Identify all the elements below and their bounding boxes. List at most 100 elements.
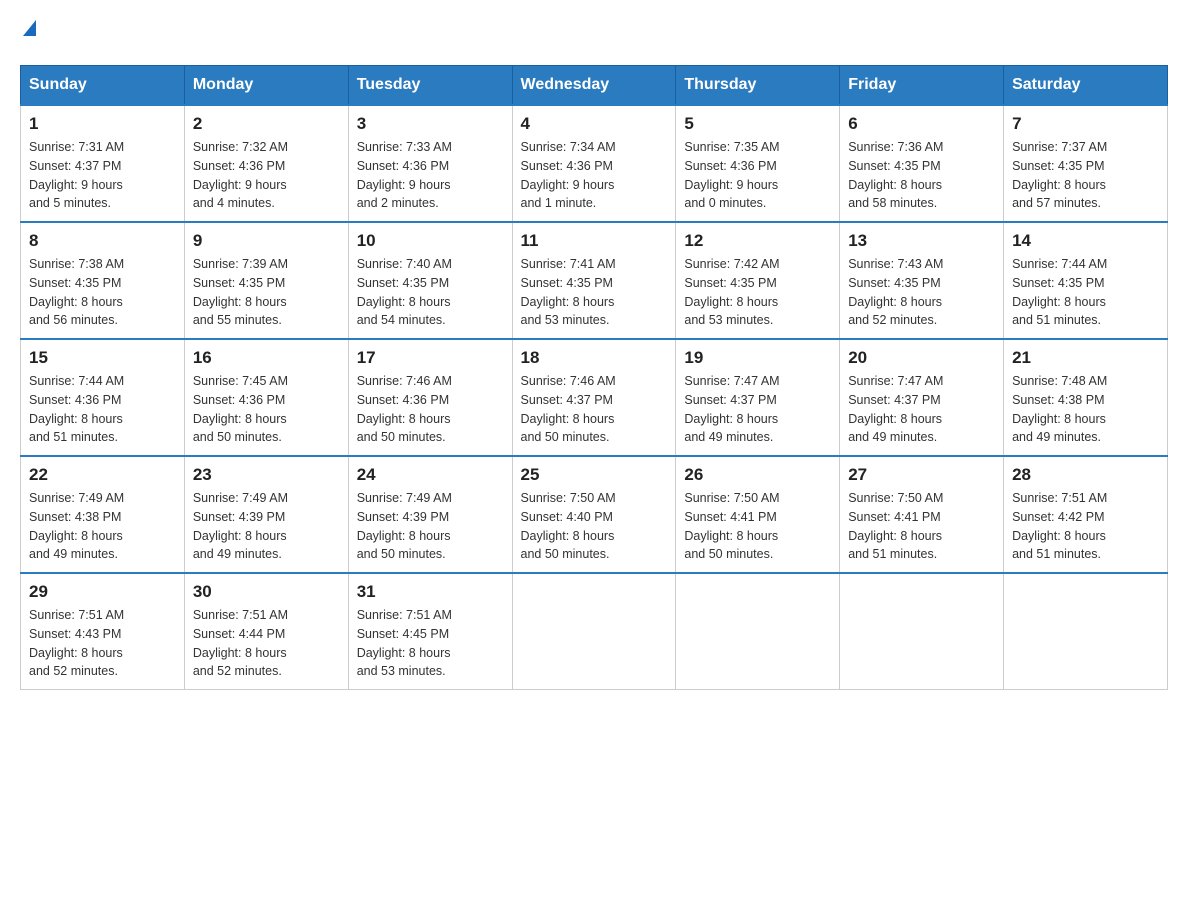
calendar-cell: 19Sunrise: 7:47 AMSunset: 4:37 PMDayligh… (676, 339, 840, 456)
day-number: 21 (1012, 348, 1159, 368)
day-info: Sunrise: 7:36 AMSunset: 4:35 PMDaylight:… (848, 138, 995, 213)
weekday-header-saturday: Saturday (1004, 66, 1168, 106)
day-number: 30 (193, 582, 340, 602)
calendar-cell: 21 Sunrise: 7:48 AMSunset: 4:38 PMDayligh… (1004, 339, 1168, 456)
day-info: Sunrise: 7:50 AMSunset: 4:41 PMDaylight:… (848, 489, 995, 564)
weekday-header-thursday: Thursday (676, 66, 840, 106)
day-number: 9 (193, 231, 340, 251)
weekday-header-wednesday: Wednesday (512, 66, 676, 106)
day-info: Sunrise: 7:31 AMSunset: 4:37 PMDaylight:… (29, 138, 176, 213)
calendar-cell: 24 Sunrise: 7:49 AMSunset: 4:39 PMDayligh… (348, 456, 512, 573)
day-number: 31 (357, 582, 504, 602)
calendar-cell: 6 Sunrise: 7:36 AMSunset: 4:35 PMDaylight… (840, 105, 1004, 222)
calendar-cell: 16 Sunrise: 7:45 AMSunset: 4:36 PMDayligh… (184, 339, 348, 456)
calendar-cell: 18Sunrise: 7:46 AMSunset: 4:37 PMDayligh… (512, 339, 676, 456)
day-info: Sunrise: 7:32 AMSunset: 4:36 PMDaylight:… (193, 138, 340, 213)
day-info: Sunrise: 7:48 AMSunset: 4:38 PMDaylight:… (1012, 372, 1159, 447)
calendar-cell: 28Sunrise: 7:51 AMSunset: 4:42 PMDayligh… (1004, 456, 1168, 573)
calendar-cell: 5Sunrise: 7:35 AMSunset: 4:36 PMDaylight… (676, 105, 840, 222)
day-info: Sunrise: 7:39 AMSunset: 4:35 PMDaylight:… (193, 255, 340, 330)
day-info: Sunrise: 7:41 AMSunset: 4:35 PMDaylight:… (521, 255, 668, 330)
calendar-cell (840, 573, 1004, 690)
day-info: Sunrise: 7:34 AMSunset: 4:36 PMDaylight:… (521, 138, 668, 213)
calendar-cell (1004, 573, 1168, 690)
weekday-header-friday: Friday (840, 66, 1004, 106)
calendar-cell: 26 Sunrise: 7:50 AMSunset: 4:41 PMDayligh… (676, 456, 840, 573)
page-header (20, 20, 1168, 45)
calendar-cell: 31 Sunrise: 7:51 AMSunset: 4:45 PMDayligh… (348, 573, 512, 690)
calendar-cell: 22 Sunrise: 7:49 AMSunset: 4:38 PMDayligh… (21, 456, 185, 573)
week-row-3: 15 Sunrise: 7:44 AMSunset: 4:36 PMDayligh… (21, 339, 1168, 456)
calendar-cell: 12 Sunrise: 7:42 AMSunset: 4:35 PMDayligh… (676, 222, 840, 339)
day-number: 3 (357, 114, 504, 134)
day-number: 10 (357, 231, 504, 251)
calendar-cell: 9 Sunrise: 7:39 AMSunset: 4:35 PMDaylight… (184, 222, 348, 339)
week-row-4: 22 Sunrise: 7:49 AMSunset: 4:38 PMDayligh… (21, 456, 1168, 573)
day-number: 27 (848, 465, 995, 485)
day-number: 4 (521, 114, 668, 134)
calendar-cell: 30 Sunrise: 7:51 AMSunset: 4:44 PMDayligh… (184, 573, 348, 690)
day-number: 24 (357, 465, 504, 485)
day-info: Sunrise: 7:44 AMSunset: 4:36 PMDaylight:… (29, 372, 176, 447)
calendar-cell: 10 Sunrise: 7:40 AMSunset: 4:35 PMDayligh… (348, 222, 512, 339)
day-info: Sunrise: 7:42 AMSunset: 4:35 PMDaylight:… (684, 255, 831, 330)
day-number: 23 (193, 465, 340, 485)
day-info: Sunrise: 7:51 AMSunset: 4:45 PMDaylight:… (357, 606, 504, 681)
calendar-cell: 4 Sunrise: 7:34 AMSunset: 4:36 PMDaylight… (512, 105, 676, 222)
day-number: 19 (684, 348, 831, 368)
calendar-cell: 23 Sunrise: 7:49 AMSunset: 4:39 PMDayligh… (184, 456, 348, 573)
day-number: 18 (521, 348, 668, 368)
day-number: 15 (29, 348, 176, 368)
day-info: Sunrise: 7:44 AMSunset: 4:35 PMDaylight:… (1012, 255, 1159, 330)
day-info: Sunrise: 7:50 AMSunset: 4:41 PMDaylight:… (684, 489, 831, 564)
calendar-cell: 13 Sunrise: 7:43 AMSunset: 4:35 PMDayligh… (840, 222, 1004, 339)
calendar-cell: 11 Sunrise: 7:41 AMSunset: 4:35 PMDayligh… (512, 222, 676, 339)
day-info: Sunrise: 7:50 AMSunset: 4:40 PMDaylight:… (521, 489, 668, 564)
day-number: 29 (29, 582, 176, 602)
day-number: 6 (848, 114, 995, 134)
day-info: Sunrise: 7:51 AMSunset: 4:44 PMDaylight:… (193, 606, 340, 681)
day-number: 16 (193, 348, 340, 368)
day-number: 28 (1012, 465, 1159, 485)
calendar-cell: 14 Sunrise: 7:44 AMSunset: 4:35 PMDayligh… (1004, 222, 1168, 339)
day-number: 1 (29, 114, 176, 134)
day-number: 7 (1012, 114, 1159, 134)
day-number: 20 (848, 348, 995, 368)
day-info: Sunrise: 7:40 AMSunset: 4:35 PMDaylight:… (357, 255, 504, 330)
calendar-cell: 1 Sunrise: 7:31 AMSunset: 4:37 PMDaylight… (21, 105, 185, 222)
day-number: 26 (684, 465, 831, 485)
calendar-cell: 20 Sunrise: 7:47 AMSunset: 4:37 PMDayligh… (840, 339, 1004, 456)
day-info: Sunrise: 7:43 AMSunset: 4:35 PMDaylight:… (848, 255, 995, 330)
day-info: Sunrise: 7:37 AMSunset: 4:35 PMDaylight:… (1012, 138, 1159, 213)
day-info: Sunrise: 7:47 AMSunset: 4:37 PMDaylight:… (848, 372, 995, 447)
week-row-1: 1 Sunrise: 7:31 AMSunset: 4:37 PMDaylight… (21, 105, 1168, 222)
logo (20, 20, 36, 45)
weekday-header-row: SundayMondayTuesdayWednesdayThursdayFrid… (21, 66, 1168, 106)
day-number: 22 (29, 465, 176, 485)
calendar-cell: 17 Sunrise: 7:46 AMSunset: 4:36 PMDayligh… (348, 339, 512, 456)
weekday-header-monday: Monday (184, 66, 348, 106)
calendar-cell: 8 Sunrise: 7:38 AMSunset: 4:35 PMDaylight… (21, 222, 185, 339)
day-info: Sunrise: 7:45 AMSunset: 4:36 PMDaylight:… (193, 372, 340, 447)
calendar-cell: 27 Sunrise: 7:50 AMSunset: 4:41 PMDayligh… (840, 456, 1004, 573)
week-row-5: 29 Sunrise: 7:51 AMSunset: 4:43 PMDayligh… (21, 573, 1168, 690)
calendar-cell: 15 Sunrise: 7:44 AMSunset: 4:36 PMDayligh… (21, 339, 185, 456)
calendar-cell: 29 Sunrise: 7:51 AMSunset: 4:43 PMDayligh… (21, 573, 185, 690)
day-info: Sunrise: 7:38 AMSunset: 4:35 PMDaylight:… (29, 255, 176, 330)
weekday-header-tuesday: Tuesday (348, 66, 512, 106)
calendar-cell: 3 Sunrise: 7:33 AMSunset: 4:36 PMDaylight… (348, 105, 512, 222)
day-number: 13 (848, 231, 995, 251)
day-number: 12 (684, 231, 831, 251)
day-info: Sunrise: 7:49 AMSunset: 4:39 PMDaylight:… (357, 489, 504, 564)
day-number: 11 (521, 231, 668, 251)
day-info: Sunrise: 7:49 AMSunset: 4:38 PMDaylight:… (29, 489, 176, 564)
day-info: Sunrise: 7:49 AMSunset: 4:39 PMDaylight:… (193, 489, 340, 564)
day-info: Sunrise: 7:33 AMSunset: 4:36 PMDaylight:… (357, 138, 504, 213)
day-info: Sunrise: 7:46 AMSunset: 4:36 PMDaylight:… (357, 372, 504, 447)
day-number: 8 (29, 231, 176, 251)
day-info: Sunrise: 7:35 AMSunset: 4:36 PMDaylight:… (684, 138, 831, 213)
day-info: Sunrise: 7:51 AMSunset: 4:43 PMDaylight:… (29, 606, 176, 681)
day-number: 14 (1012, 231, 1159, 251)
day-number: 17 (357, 348, 504, 368)
calendar-cell: 2Sunrise: 7:32 AMSunset: 4:36 PMDaylight… (184, 105, 348, 222)
